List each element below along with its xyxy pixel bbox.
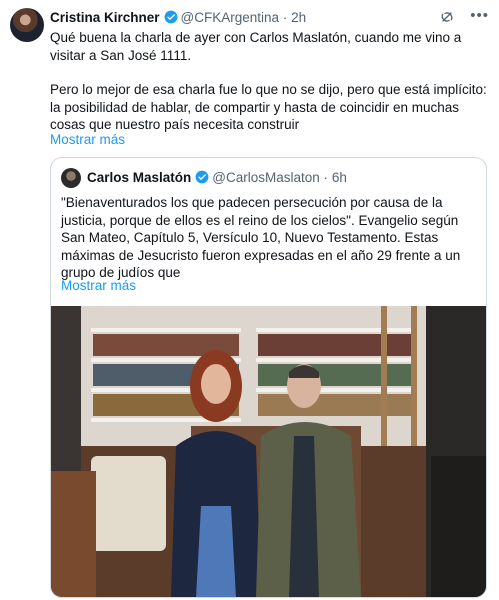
- grok-icon[interactable]: [439, 9, 455, 25]
- tweet-header: Cristina Kirchner @CFKArgentina · 2h •••: [50, 8, 489, 27]
- quote-author-handle: @CarlosMaslaton: [212, 170, 320, 185]
- author-avatar[interactable]: [10, 8, 44, 42]
- tweet-time[interactable]: 2h: [291, 10, 306, 25]
- quote-photo[interactable]: [51, 306, 486, 598]
- time-separator: ·: [282, 10, 288, 25]
- author-name[interactable]: Cristina Kirchner: [50, 10, 160, 25]
- tweet-paragraph-2: Pero lo mejor de esa charla fue lo que n…: [50, 82, 487, 132]
- verified-badge-icon: [195, 170, 209, 184]
- author-handle[interactable]: @CFKArgentina: [181, 10, 280, 25]
- quote-author-name: Carlos Maslatón: [87, 170, 192, 185]
- quote-text: "Bienaventurados los que padecen persecu…: [61, 195, 461, 280]
- quote-time-separator: ·: [323, 170, 329, 185]
- quote-header: Carlos Maslatón @CarlosMaslaton · 6h: [87, 169, 347, 187]
- verified-badge-icon: [164, 10, 177, 24]
- quote-show-more-link[interactable]: Mostrar más: [61, 278, 136, 293]
- quote-time: 6h: [331, 170, 347, 185]
- quote-author-avatar: [61, 168, 81, 188]
- tweet-text: Qué buena la charla de ayer con Carlos M…: [50, 29, 490, 134]
- tweet-paragraph-1: Qué buena la charla de ayer con Carlos M…: [50, 30, 462, 63]
- quoted-tweet[interactable]: Carlos Maslatón @CarlosMaslaton · 6h "Bie…: [50, 157, 487, 598]
- more-options-icon[interactable]: •••: [470, 8, 489, 23]
- show-more-link[interactable]: Mostrar más: [50, 131, 125, 148]
